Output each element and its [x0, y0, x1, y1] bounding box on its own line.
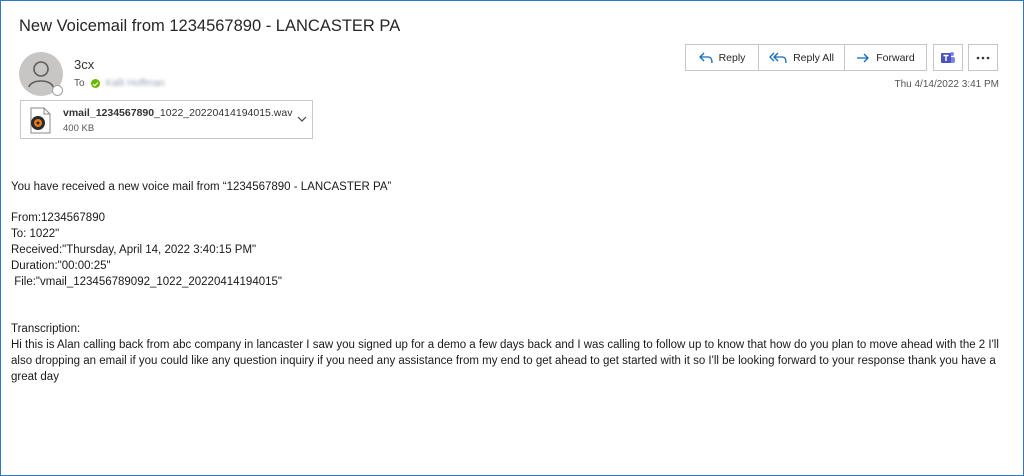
- presence-status-icon: [52, 85, 63, 96]
- transcription-label: Transcription:: [11, 323, 81, 335]
- reply-icon: [698, 52, 713, 63]
- more-options-button[interactable]: [968, 44, 998, 71]
- teams-button[interactable]: [933, 44, 963, 71]
- reply-button[interactable]: Reply: [686, 45, 758, 70]
- body-to: To: 1022": [11, 228, 60, 240]
- reply-all-icon: [769, 52, 787, 63]
- attachment-card[interactable]: vmail_1234567890_1022_20220414194015.wav…: [20, 100, 313, 139]
- attachment-filename-bold: vmail_1234567890: [63, 107, 155, 119]
- reply-all-label: Reply All: [793, 51, 834, 64]
- body-file: File:"vmail_123456789092_1022_2022041419…: [11, 276, 282, 288]
- attachment-size: 400 KB: [63, 123, 95, 134]
- forward-label: Forward: [876, 51, 915, 64]
- response-actions: Reply Reply All Forward: [685, 44, 927, 71]
- body-received: Received:"Thursday, April 14, 2022 3:40:…: [11, 244, 257, 256]
- sent-date: Thu 4/14/2022 3:41 PM: [894, 79, 999, 90]
- to-label: To: [74, 78, 85, 89]
- chevron-down-icon[interactable]: [297, 115, 307, 123]
- transcription-text: Hi this is Alan calling back from abc co…: [11, 339, 999, 383]
- audio-file-icon: [30, 107, 51, 134]
- recipient-name[interactable]: Kalli Hoffman: [106, 78, 165, 89]
- body-from: From:1234567890: [11, 212, 105, 224]
- email-subject: New Voicemail from 1234567890 - LANCASTE…: [19, 17, 401, 35]
- reply-all-button[interactable]: Reply All: [758, 45, 844, 70]
- forward-arrow-icon: [857, 53, 870, 62]
- recipient-line: To Kalli Hoffman: [74, 78, 165, 89]
- email-body: You have received a new voice mail from …: [11, 179, 1016, 385]
- attachment-filename: vmail_1234567890_1022_20220414194015.wav: [63, 107, 292, 119]
- body-duration: Duration:"00:00:25": [11, 260, 111, 272]
- teams-icon: [941, 51, 955, 63]
- sender-name[interactable]: 3cx: [74, 57, 94, 72]
- body-intro: You have received a new voice mail from …: [11, 181, 392, 193]
- forward-button[interactable]: Forward: [844, 45, 926, 70]
- reply-label: Reply: [718, 51, 746, 64]
- ellipsis-icon: [976, 56, 990, 59]
- attachment-filename-rest: _1022_20220414194015.wav: [154, 107, 293, 119]
- available-status-icon: [90, 79, 100, 88]
